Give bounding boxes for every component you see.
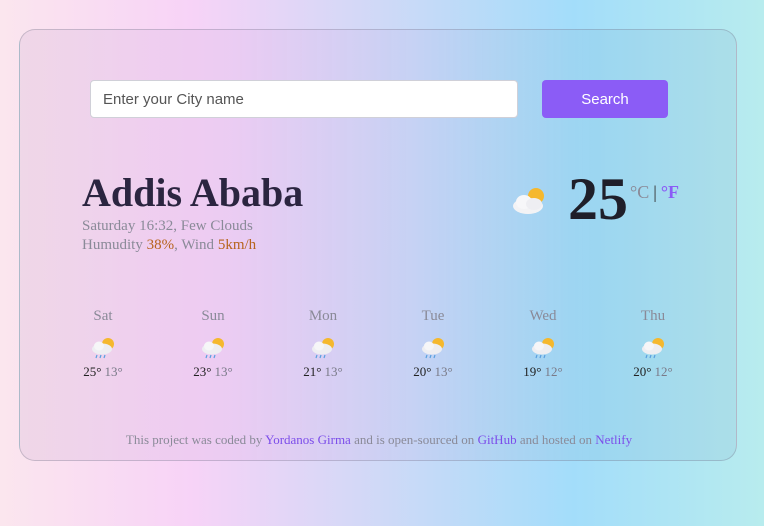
forecast-temps: 23° 13° — [158, 364, 268, 380]
celsius-unit[interactable]: °C — [630, 182, 649, 202]
forecast: Sat 25° 13° Sun 23° 13° Mon 21° 13° Tue 20°… — [48, 306, 718, 396]
fahrenheit-link[interactable]: °F — [661, 182, 679, 202]
forecast-day-name: Thu — [640, 308, 666, 324]
forecast-day: Tue 20° 13° — [378, 306, 488, 380]
forecast-min: 13° — [104, 364, 123, 379]
forecast-day-name: Mon — [308, 308, 338, 324]
wind-label: , Wind — [174, 237, 218, 253]
netlify-link[interactable]: Netlify — [595, 432, 632, 447]
humidity-value: 38% — [146, 237, 175, 253]
forecast-max: 20° — [633, 364, 652, 379]
forecast-min: 13° — [434, 364, 453, 379]
weather-card: Search Addis Ababa Saturday 16:32, Few C… — [19, 29, 737, 461]
footer-text: and is open-sourced on — [350, 432, 478, 447]
unit-separator: | — [653, 182, 657, 202]
forecast-max: 23° — [193, 364, 212, 379]
conditions-line: Humudity 38%, Wind 5km/h — [82, 236, 256, 255]
rain-cloud-sun-icon — [532, 338, 554, 359]
forecast-min: 13° — [324, 364, 343, 379]
forecast-day: Thu 20° 12° — [598, 306, 708, 380]
forecast-temps: 25° 13° — [48, 364, 158, 380]
forecast-day-name: Sun — [201, 308, 225, 324]
rain-cloud-sun-icon — [92, 338, 114, 359]
wind-value: 5km/h — [217, 237, 257, 253]
rain-cloud-sun-icon — [422, 338, 444, 359]
forecast-temps: 20° 13° — [378, 364, 488, 380]
unit-toggle: °C | °F — [630, 182, 679, 203]
footer: This project was coded by Yordanos Girma… — [20, 432, 738, 448]
forecast-max: 25° — [83, 364, 102, 379]
datetime-line: Saturday 16:32, Few Clouds — [82, 217, 256, 236]
forecast-day: Mon 21° 13° — [268, 306, 378, 380]
author-link[interactable]: Yordanos Girma — [265, 432, 351, 447]
forecast-min: 13° — [214, 364, 233, 379]
rain-cloud-sun-icon — [202, 338, 224, 359]
footer-text: This project was coded by — [125, 432, 266, 447]
forecast-day: Wed 19° 12° — [488, 306, 598, 380]
forecast-temps: 20° 12° — [598, 364, 708, 380]
forecast-day-name: Wed — [529, 308, 557, 324]
forecast-temps: 19° 12° — [488, 364, 598, 380]
humidity-label: Humudity — [82, 237, 147, 253]
forecast-max: 20° — [413, 364, 432, 379]
forecast-day: Sat 25° 13° — [48, 306, 158, 380]
current-temperature: 25 — [568, 166, 628, 232]
forecast-max: 21° — [303, 364, 322, 379]
partly-cloudy-icon — [513, 188, 544, 214]
datetime-separator: , — [173, 218, 181, 234]
footer-text: and hosted on — [516, 432, 596, 447]
forecast-min: 12° — [654, 364, 673, 379]
rain-cloud-sun-icon — [642, 338, 664, 359]
weather-description: Few Clouds — [180, 218, 253, 234]
forecast-max: 19° — [523, 364, 542, 379]
forecast-temps: 21° 13° — [268, 364, 378, 380]
search-button[interactable]: Search — [542, 80, 668, 118]
forecast-day: Sun 23° 13° — [158, 306, 268, 380]
city-name: Addis Ababa — [82, 170, 304, 215]
forecast-day-name: Tue — [421, 308, 445, 324]
current-details: Saturday 16:32, Few Clouds Humudity 38%,… — [82, 217, 256, 255]
city-search-input[interactable] — [90, 80, 518, 118]
datetime: Saturday 16:32 — [82, 218, 174, 234]
rain-cloud-sun-icon — [312, 338, 334, 359]
forecast-min: 12° — [544, 364, 563, 379]
forecast-day-name: Sat — [93, 308, 113, 324]
github-link[interactable]: GitHub — [478, 432, 517, 447]
